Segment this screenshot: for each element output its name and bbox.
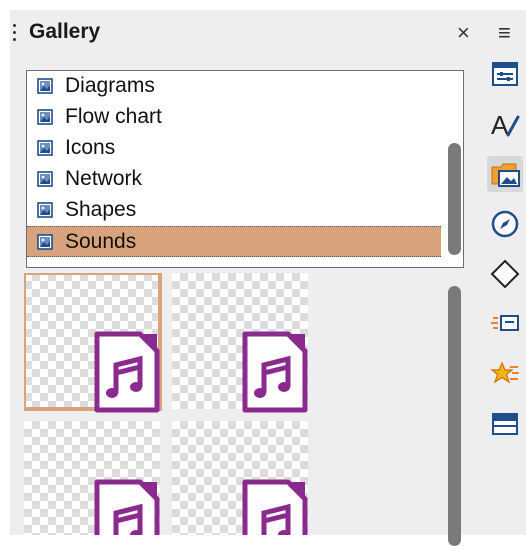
- list-item-label: Network: [65, 167, 143, 190]
- theme-icon: [37, 78, 53, 94]
- gallery-item[interactable]: [24, 273, 162, 413]
- gallery-item[interactable]: [24, 421, 160, 535]
- theme-icon: [37, 202, 53, 218]
- list-item[interactable]: Network: [27, 164, 441, 195]
- master-slides-icon: [492, 413, 518, 435]
- list-item[interactable]: Diagrams: [27, 71, 441, 102]
- theme-icon: [37, 234, 53, 250]
- gallery-scrollbar[interactable]: [448, 286, 461, 546]
- list-item[interactable]: Shapes: [27, 195, 441, 226]
- theme-icon: [37, 140, 53, 156]
- slide-transition-icon: [491, 315, 519, 331]
- sidebar-deck: ≡ A: [480, 10, 526, 535]
- list-item-label: Icons: [65, 136, 116, 159]
- list-item-label: Sounds: [65, 230, 137, 253]
- gallery-panel: Gallery × Diagrams Flow chart Icons Netw…: [10, 10, 480, 546]
- gallery-item[interactable]: [172, 421, 308, 535]
- gallery-item[interactable]: [172, 273, 308, 413]
- styles-icon: A: [491, 110, 520, 139]
- panel-title: Gallery: [29, 20, 101, 43]
- list-item-label: Flow chart: [65, 105, 162, 128]
- gallery-icon: [491, 163, 520, 187]
- navigator-button[interactable]: [487, 206, 523, 242]
- list-item-selected[interactable]: Sounds: [27, 226, 441, 257]
- animation-button[interactable]: [487, 356, 523, 392]
- gallery-grid: [24, 273, 454, 535]
- navigator-icon: [491, 210, 519, 238]
- theme-list[interactable]: Diagrams Flow chart Icons Network Shapes…: [26, 70, 464, 268]
- list-item-label: Shapes: [65, 198, 137, 221]
- theme-icon: [37, 171, 53, 187]
- properties-button[interactable]: [487, 56, 523, 92]
- theme-list-scrollbar[interactable]: [448, 143, 461, 255]
- master-slides-button[interactable]: [487, 406, 523, 442]
- gallery-button[interactable]: [487, 156, 523, 192]
- close-icon[interactable]: ×: [457, 22, 470, 44]
- svg-text:A: A: [491, 110, 509, 139]
- properties-icon: [492, 62, 518, 86]
- shapes-button[interactable]: [487, 256, 523, 292]
- list-item[interactable]: Icons: [27, 133, 441, 164]
- list-item[interactable]: Flow chart: [27, 102, 441, 133]
- sidebar-menu-icon[interactable]: ≡: [498, 20, 511, 46]
- animation-icon: [490, 361, 519, 384]
- theme-icon: [37, 109, 53, 125]
- styles-button[interactable]: A: [487, 106, 523, 142]
- drag-handle[interactable]: [13, 24, 17, 48]
- list-item-label: Diagrams: [65, 74, 155, 97]
- slide-transition-button[interactable]: [487, 306, 523, 342]
- shapes-icon: [490, 259, 520, 289]
